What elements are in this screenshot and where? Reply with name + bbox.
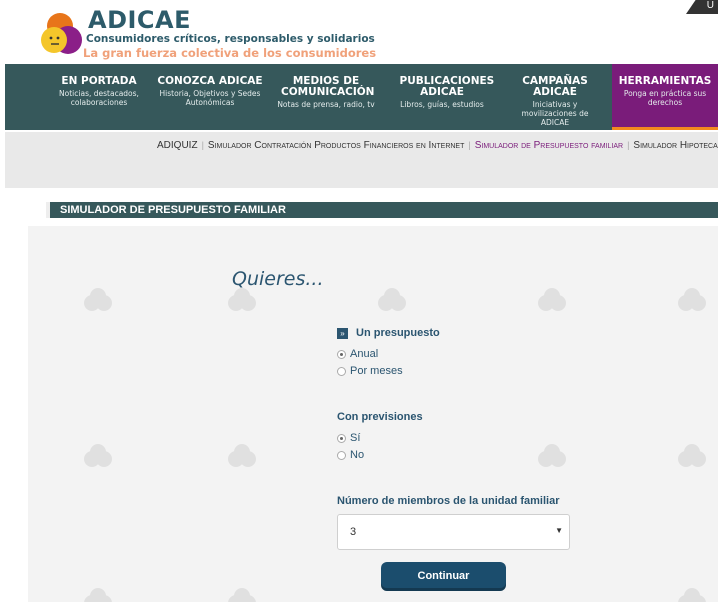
radio-label: Anual [350, 348, 379, 360]
section-title: SIMULADOR DE PRESUPUESTO FAMILIAR [46, 202, 718, 218]
watermark-icon [678, 444, 706, 467]
nav-en-portada[interactable]: EN PORTADA Noticias, destacados, colabor… [49, 64, 149, 130]
radio-label: Por meses [350, 365, 403, 377]
watermark-icon [678, 288, 706, 311]
watermark-icon [84, 444, 112, 467]
nav-campanas-adicae[interactable]: CAMPAÑAS ADICAE Iniciativas y movilizaci… [500, 64, 610, 130]
main-nav: EN PORTADA Noticias, destacados, colabor… [5, 64, 718, 130]
watermark-icon [84, 288, 112, 311]
question-miembros: Número de miembros de la unidad familiar [337, 495, 560, 507]
radio-label: No [350, 449, 365, 461]
nav-subtitle: Libros, guías, estudios [400, 100, 484, 109]
question-previsiones: Con previsiones [337, 411, 423, 423]
nav-herramientas[interactable]: HERRAMIENTAS Ponga en práctica sus derec… [612, 64, 718, 130]
chevron-down-icon: ▼ [555, 526, 563, 535]
brand-name[interactable]: ADICAE [88, 6, 191, 34]
watermark-icon [678, 588, 706, 602]
nav-title: HERRAMIENTAS [618, 75, 712, 87]
radio-por-meses[interactable]: Por meses [337, 365, 403, 377]
nav-medios-comunicacion[interactable]: MEDIOS DE COMUNICACIÓN Notas de prensa, … [271, 64, 381, 130]
subnav-adiquiz[interactable]: ADIQUIZ [157, 140, 198, 151]
watermark-icon [378, 288, 406, 311]
watermark-icon [538, 288, 566, 311]
adicae-logo-icon [41, 13, 82, 54]
subnav-separator: | [627, 140, 630, 150]
brand-tagline: Consumidores críticos, responsables y so… [86, 33, 375, 45]
nav-publicaciones-adicae[interactable]: PUBLICACIONES ADICAE Libros, guías, estu… [387, 64, 497, 130]
nav-title: EN PORTADA [61, 75, 137, 87]
continue-button[interactable]: Continuar [381, 562, 506, 591]
nav-subtitle: Iniciativas y movilizaciones de ADICAE [521, 100, 589, 127]
radio-button[interactable] [337, 433, 346, 443]
radio-button[interactable] [337, 366, 346, 376]
sub-nav: ADIQUIZ | Simulador Contratación Productos… [5, 132, 718, 188]
question-presupuesto: Un presupuesto [356, 327, 440, 339]
radio-si[interactable]: Sí [337, 432, 360, 444]
arrow-right-icon: » [337, 328, 348, 339]
subnav-separator: | [468, 140, 471, 150]
brand-slogan: La gran fuerza colectiva de los consumid… [83, 46, 377, 60]
nav-subtitle: Notas de prensa, radio, tv [277, 100, 375, 109]
radio-label: Sí [350, 432, 361, 444]
nav-title: CONOZCA ADICAE [157, 75, 263, 87]
nav-subtitle: Ponga en práctica sus derechos [623, 89, 707, 107]
radio-anual[interactable]: Anual [337, 348, 378, 360]
form-heading: Quieres... [232, 268, 324, 290]
watermark-icon [228, 444, 256, 467]
radio-button[interactable] [337, 450, 346, 460]
nav-conozca-adicae[interactable]: CONOZCA ADICAE Historia, Objetivos y Sed… [155, 64, 265, 130]
select-value: 3 [350, 526, 357, 538]
nav-title: PUBLICACIONES ADICAE [399, 75, 495, 98]
subnav-simulador-presupuesto[interactable]: Simulador de Presupuesto familiar [475, 140, 623, 151]
subnav-simulador-contratacion[interactable]: Simulador Contratación Productos Financi… [208, 140, 464, 151]
watermark-icon [228, 588, 256, 602]
subnav-separator: | [201, 140, 204, 150]
radio-no[interactable]: No [337, 449, 364, 461]
watermark-icon [538, 444, 566, 467]
nav-title: MEDIOS DE COMUNICACIÓN [281, 75, 375, 98]
members-select[interactable]: 3 ▼ [337, 514, 570, 550]
watermark-icon [84, 588, 112, 602]
subnav-simulador-hipotecario[interactable]: Simulador Hipotecario [633, 140, 718, 151]
radio-button[interactable] [337, 349, 346, 359]
nav-subtitle: Historia, Objetivos y Sedes Autonómicas [159, 89, 261, 107]
nav-title: CAMPAÑAS ADICAE [522, 75, 588, 98]
user-corner-tab[interactable]: U [686, 0, 718, 14]
nav-subtitle: Noticias, destacados, colaboraciones [59, 89, 139, 107]
